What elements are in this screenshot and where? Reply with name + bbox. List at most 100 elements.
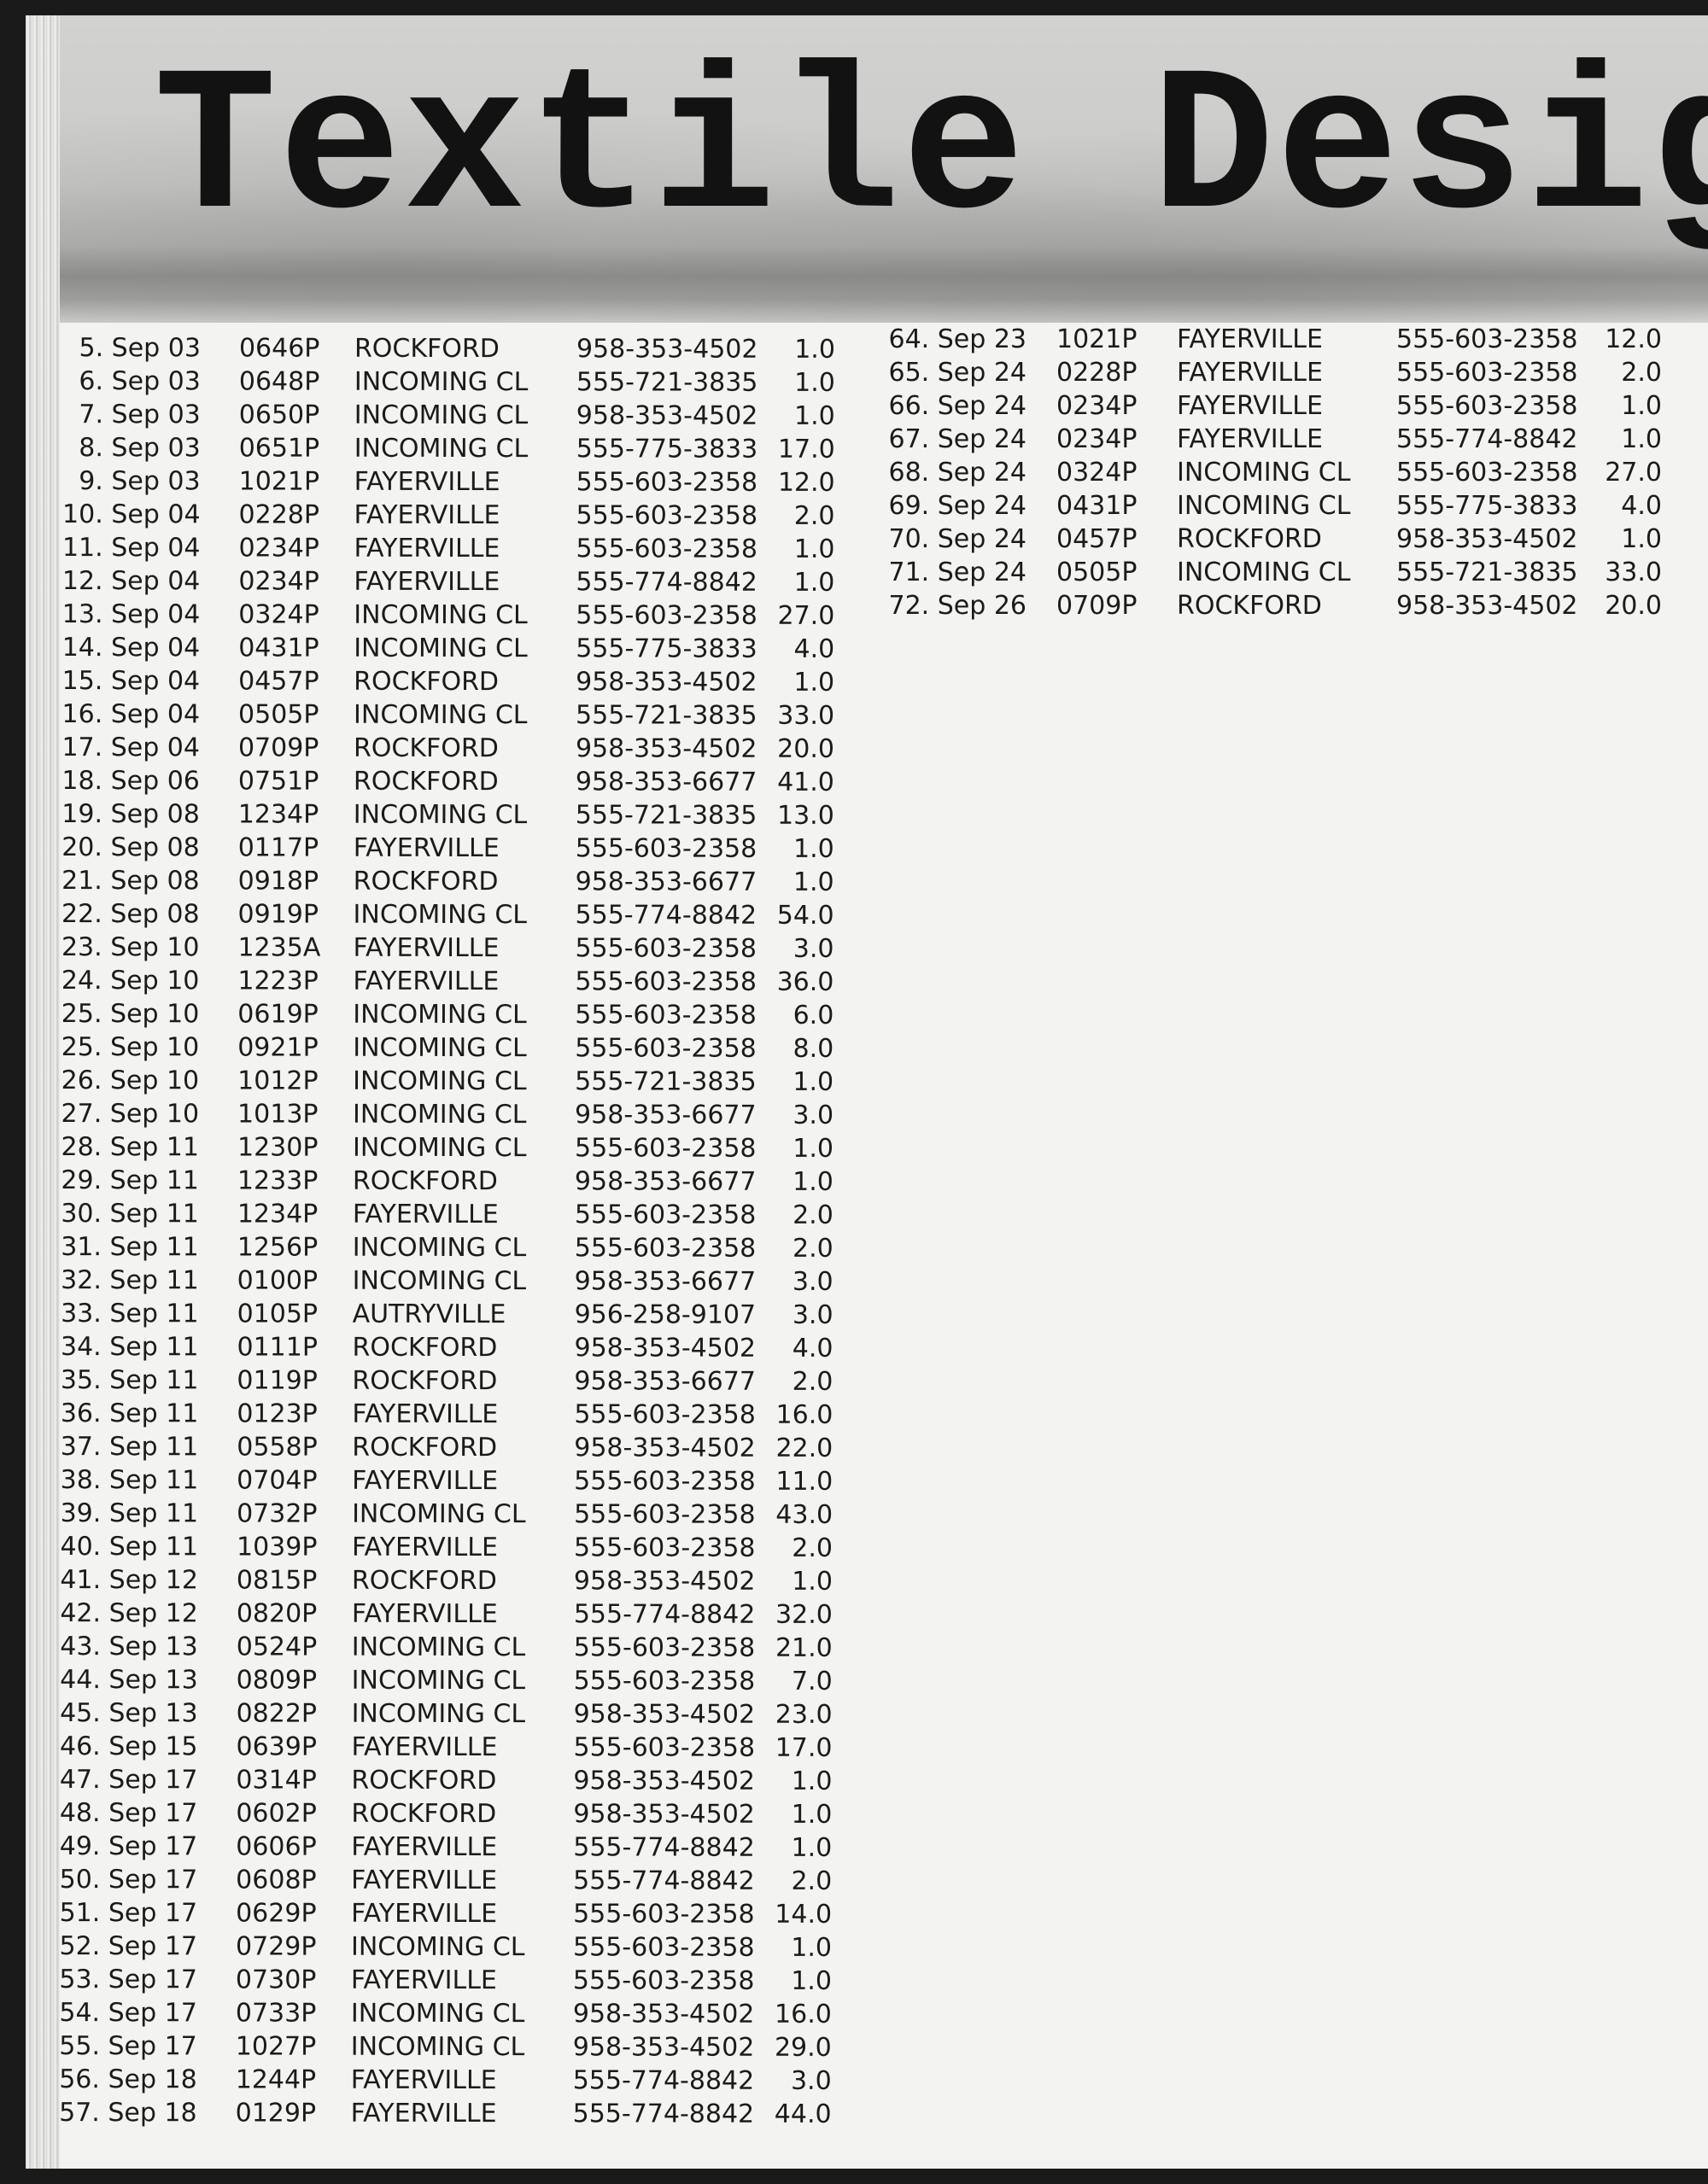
call-minutes: 1.0 <box>794 400 835 431</box>
call-location: FAYERVILLE <box>351 1532 498 1563</box>
call-location: INCOMING CL <box>354 599 528 631</box>
call-location: FAYERVILLE <box>354 533 500 564</box>
call-number: 555-603-2358 <box>572 1965 755 1996</box>
call-number: 958-353-6677 <box>575 767 757 797</box>
call-location: INCOMING CL <box>351 1698 526 1730</box>
call-number: 555-774-8842 <box>573 1866 755 1896</box>
call-time: 1235A <box>237 932 321 963</box>
call-number: 958-353-4502 <box>572 1999 755 2029</box>
call-time: 0709P <box>1056 591 1138 621</box>
call-minutes: 2.0 <box>793 1200 834 1230</box>
call-number: 555-603-2358 <box>573 1932 755 1963</box>
call-location: INCOMING CL <box>353 799 528 831</box>
call-date: 33. Sep 11 <box>61 1299 199 1329</box>
call-location: FAYERVILLE <box>351 1898 498 1930</box>
call-location: INCOMING CL <box>352 1498 526 1530</box>
call-location: INCOMING CL <box>354 633 528 664</box>
call-location: INCOMING CL <box>354 699 528 731</box>
call-minutes: 1.0 <box>794 334 835 365</box>
call-date: 38. Sep 11 <box>60 1465 199 1496</box>
call-time: 0558P <box>237 1432 318 1463</box>
call-date: 48. Sep 17 <box>59 1798 198 1829</box>
call-location: FAYERVILLE <box>351 1598 498 1630</box>
call-time: 1021P <box>238 466 320 497</box>
call-minutes: 33.0 <box>1605 558 1662 587</box>
call-number: 555-603-2358 <box>576 534 758 564</box>
call-time: 1012P <box>237 1066 319 1096</box>
call-time: 0648P <box>238 366 320 397</box>
call-location: FAYERVILLE <box>1177 324 1323 354</box>
call-number: 555-603-2358 <box>575 833 757 864</box>
call-date: 14. Sep 04 <box>61 633 201 663</box>
call-date: 57. Sep 18 <box>59 2098 197 2129</box>
call-time: 0117P <box>237 832 319 863</box>
call-number: 555-603-2358 <box>1396 391 1578 421</box>
call-number: 958-353-4502 <box>1396 524 1578 554</box>
call-date: 24. Sep 10 <box>61 966 200 996</box>
call-minutes: 1.0 <box>1621 391 1662 421</box>
call-location: FAYERVILLE <box>1177 358 1323 388</box>
call-date: 15. Sep 04 <box>61 666 201 697</box>
call-date: 5. Sep 03 <box>79 333 201 364</box>
call-minutes: 3.0 <box>792 1266 834 1297</box>
call-date: 29. Sep 11 <box>61 1165 199 1196</box>
call-number: 555-603-2358 <box>573 1666 756 1696</box>
call-date: 20. Sep 08 <box>61 832 200 863</box>
call-time: 0505P <box>238 699 319 730</box>
call-location: ROCKFORD <box>352 1332 498 1364</box>
call-minutes: 13.0 <box>776 800 834 831</box>
call-number: 555-721-3835 <box>575 800 757 831</box>
call-number: 555-603-2358 <box>574 1233 757 1264</box>
call-date: 16. Sep 04 <box>61 699 201 730</box>
call-time: 0123P <box>237 1399 318 1429</box>
call-location: FAYERVILLE <box>1177 424 1323 454</box>
call-location: INCOMING CL <box>353 899 528 931</box>
call-time: 0234P <box>238 566 319 597</box>
call-date: 7. Sep 03 <box>79 400 201 430</box>
call-date: 55. Sep 17 <box>59 2031 197 2062</box>
call-date: 37. Sep 11 <box>60 1432 199 1463</box>
call-time: 1039P <box>236 1532 318 1562</box>
call-number: 958-353-6677 <box>574 1166 757 1197</box>
call-number: 555-603-2358 <box>1396 358 1578 388</box>
call-time: 0234P <box>1056 391 1138 421</box>
call-location: ROCKFORD <box>352 1365 498 1397</box>
call-time: 1256P <box>237 1232 319 1263</box>
call-date: 49. Sep 17 <box>59 1831 198 1862</box>
call-time: 1244P <box>235 2064 317 2095</box>
call-number: 958-353-4502 <box>576 667 757 698</box>
page-stack-edge <box>26 15 60 2169</box>
call-time: 0619P <box>237 999 319 1030</box>
call-minutes: 20.0 <box>777 733 835 764</box>
call-location: ROCKFORD <box>354 666 500 698</box>
call-number: 555-603-2358 <box>574 1466 756 1497</box>
call-minutes: 1.0 <box>1621 524 1662 554</box>
call-date: 42. Sep 12 <box>60 1598 198 1629</box>
call-number: 555-603-2358 <box>574 1200 757 1230</box>
call-minutes: 29.0 <box>774 2032 832 2063</box>
call-number: 555-774-8842 <box>1396 424 1578 454</box>
call-location: ROCKFORD <box>1177 524 1322 554</box>
call-minutes: 22.0 <box>775 1433 834 1463</box>
call-location: FAYERVILLE <box>353 932 500 964</box>
call-time: 0709P <box>237 733 319 763</box>
call-number: 555-775-3833 <box>576 634 757 664</box>
call-number: 958-353-6677 <box>575 867 757 897</box>
call-date: 65. Sep 24 <box>888 358 1027 388</box>
call-time: 1027P <box>235 2031 317 2062</box>
call-number: 958-353-4502 <box>576 334 758 365</box>
call-location: ROCKFORD <box>354 333 500 365</box>
call-minutes: 1.0 <box>791 1766 833 1796</box>
call-date: 47. Sep 17 <box>59 1765 198 1796</box>
call-time: 0505P <box>1056 558 1138 587</box>
call-minutes: 33.0 <box>777 700 835 731</box>
call-location: FAYERVILLE <box>351 1731 498 1763</box>
call-location: INCOMING CL <box>354 433 529 464</box>
call-date: 19. Sep 08 <box>61 799 200 830</box>
call-date: 44. Sep 13 <box>60 1665 198 1696</box>
call-minutes: 1.0 <box>1621 424 1662 454</box>
call-number: 958-353-6677 <box>575 1100 757 1130</box>
call-date: 30. Sep 11 <box>61 1199 199 1229</box>
call-number: 555-775-3833 <box>576 434 758 464</box>
call-location: INCOMING CL <box>353 1066 527 1097</box>
